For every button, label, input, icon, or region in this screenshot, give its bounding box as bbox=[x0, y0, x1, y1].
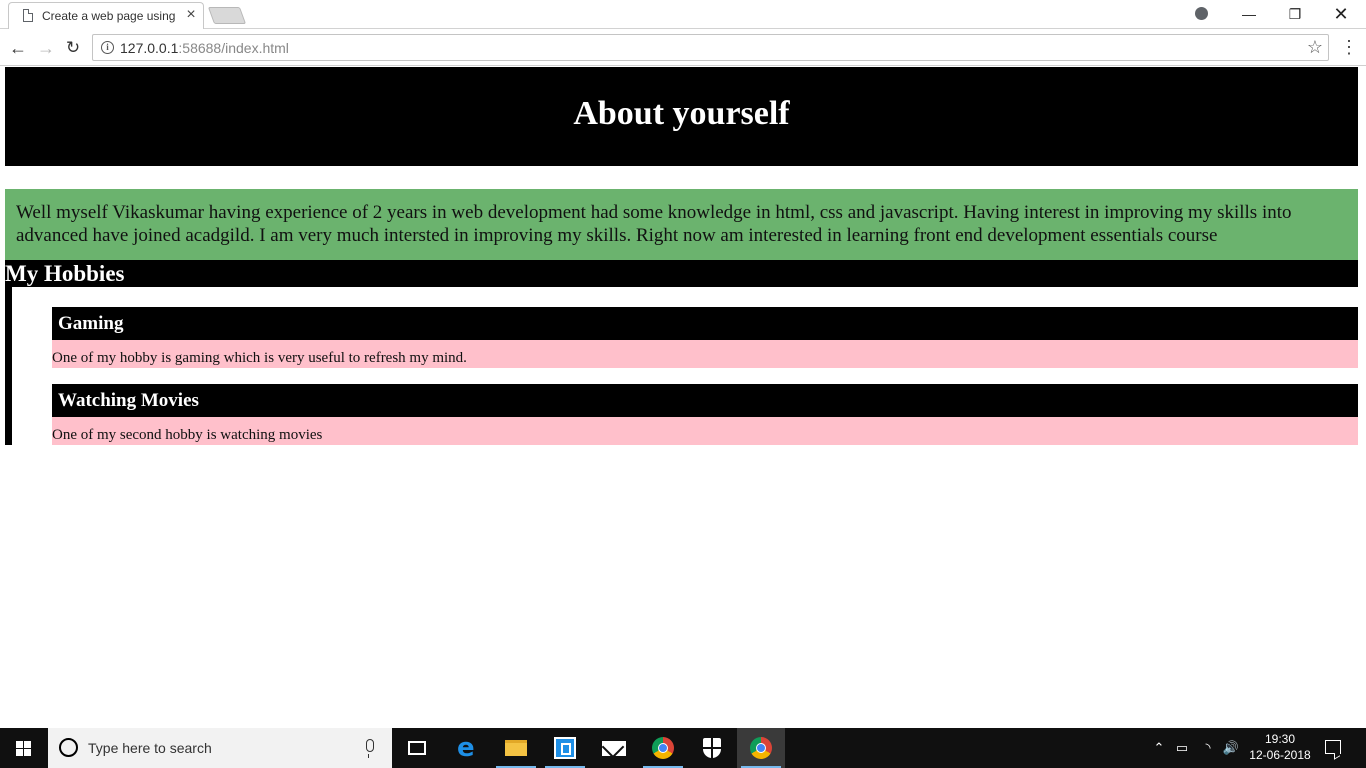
mail-icon bbox=[602, 741, 626, 756]
chrome-icon bbox=[652, 737, 674, 759]
restore-button[interactable]: ❐ bbox=[1272, 0, 1318, 29]
file-explorer-button[interactable] bbox=[492, 728, 540, 768]
page-viewport: About yourself Well myself Vikaskumar ha… bbox=[0, 67, 1366, 728]
browser-toolbar: ← → ↻ i 127.0.0.1:58688/index.html ☆ ⋮ bbox=[0, 30, 1366, 66]
new-tab-button[interactable] bbox=[207, 7, 247, 24]
security-button[interactable] bbox=[688, 728, 736, 768]
page-header: About yourself bbox=[5, 67, 1358, 166]
task-view-icon bbox=[408, 741, 426, 755]
hobbies-heading: My Hobbies bbox=[5, 261, 125, 286]
reload-icon[interactable]: ↻ bbox=[61, 36, 85, 60]
store-button[interactable] bbox=[541, 728, 589, 768]
shield-icon bbox=[703, 738, 721, 758]
url-path: :58688/index.html bbox=[178, 40, 289, 56]
bookmark-star-icon[interactable]: ☆ bbox=[1307, 37, 1323, 58]
cortana-icon bbox=[59, 738, 78, 757]
tab-title: Create a web page using bbox=[42, 9, 176, 23]
store-icon bbox=[554, 737, 576, 759]
taskbar-search-box[interactable]: Type here to search bbox=[48, 728, 392, 768]
hobby-description: One of my hobby is gaming which is very … bbox=[52, 340, 1358, 368]
url-text[interactable]: 127.0.0.1:58688/index.html bbox=[120, 40, 289, 56]
browser-menu-icon[interactable]: ⋮ bbox=[1340, 36, 1358, 60]
profile-icon[interactable] bbox=[1178, 0, 1224, 29]
page-title: About yourself bbox=[573, 95, 790, 132]
hobby-title-bar: Gaming bbox=[52, 307, 1358, 340]
edge-icon: e bbox=[457, 733, 475, 763]
task-view-button[interactable] bbox=[393, 728, 441, 768]
info-icon[interactable]: i bbox=[101, 41, 114, 54]
tab-strip: Create a web page using × — ❐ ✕ bbox=[0, 0, 1366, 29]
hobby-title: Gaming bbox=[58, 313, 124, 334]
close-window-button[interactable]: ✕ bbox=[1318, 0, 1364, 29]
minimize-button[interactable]: — bbox=[1226, 0, 1272, 29]
chrome-icon bbox=[750, 737, 772, 759]
tab-close-icon[interactable]: × bbox=[183, 7, 199, 23]
hobby-title-bar: Watching Movies bbox=[52, 384, 1358, 417]
hobbies-list-border bbox=[5, 287, 12, 445]
chrome-button[interactable] bbox=[639, 728, 687, 768]
back-arrow-icon[interactable]: ← bbox=[6, 36, 30, 60]
windows-logo-icon bbox=[16, 741, 32, 756]
taskbar-clock[interactable]: 19:30 12-06-2018 bbox=[1244, 731, 1316, 763]
page-icon bbox=[23, 9, 33, 22]
intro-paragraph: Well myself Vikaskumar having experience… bbox=[5, 189, 1358, 260]
battery-icon[interactable]: ▭ bbox=[1172, 728, 1192, 768]
taskbar: Type here to search e ⌃ ▭ ◝ 🔊 19:30 12-0… bbox=[0, 728, 1366, 768]
browser-tab[interactable]: Create a web page using × bbox=[8, 2, 204, 29]
volume-icon[interactable]: 🔊 bbox=[1220, 728, 1242, 768]
tray-chevron-icon[interactable]: ⌃ bbox=[1150, 728, 1168, 768]
hobbies-heading-bar: My Hobbies bbox=[5, 260, 1358, 287]
start-button[interactable] bbox=[0, 728, 48, 768]
url-host: 127.0.0.1 bbox=[120, 40, 179, 56]
clock-date: 12-06-2018 bbox=[1249, 748, 1311, 762]
address-bar[interactable]: i 127.0.0.1:58688/index.html ☆ bbox=[92, 34, 1329, 61]
folder-icon bbox=[505, 740, 527, 756]
mail-button[interactable] bbox=[590, 728, 638, 768]
clock-time: 19:30 bbox=[1264, 732, 1296, 746]
edge-button[interactable]: e bbox=[444, 728, 492, 768]
chrome-active-button[interactable] bbox=[737, 728, 785, 768]
microphone-icon[interactable] bbox=[366, 739, 374, 758]
hobby-description: One of my second hobby is watching movie… bbox=[52, 417, 1358, 445]
wifi-icon[interactable]: ◝ bbox=[1198, 728, 1218, 768]
search-placeholder: Type here to search bbox=[88, 740, 212, 756]
hobby-title: Watching Movies bbox=[58, 390, 199, 411]
notification-icon[interactable] bbox=[1325, 740, 1341, 754]
forward-arrow-icon[interactable]: → bbox=[34, 36, 58, 60]
